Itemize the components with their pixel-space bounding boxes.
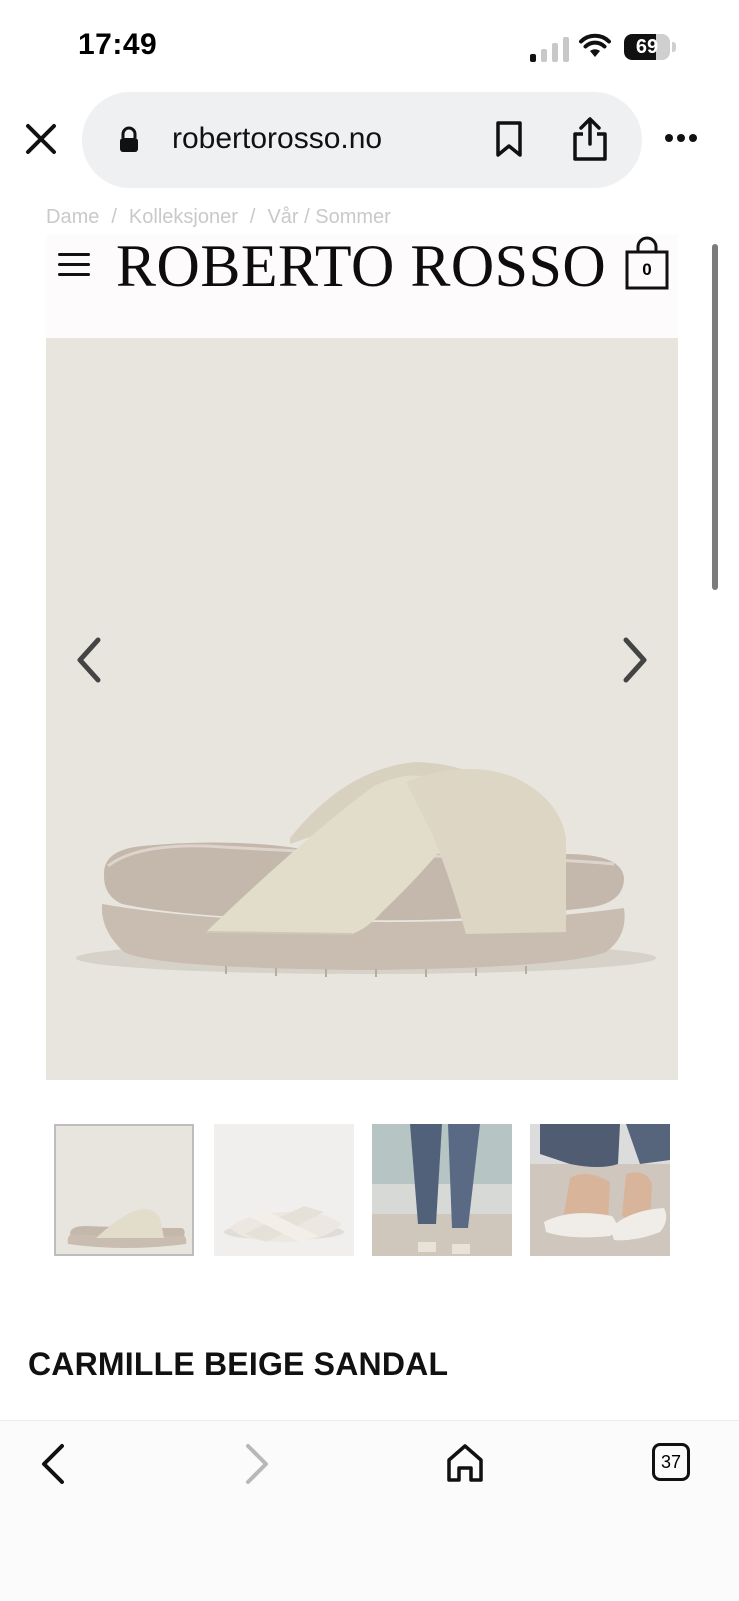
breadcrumb-item-var-sommer[interactable]: Vår / Sommer <box>267 206 390 228</box>
thumbnail-2[interactable] <box>214 1124 354 1256</box>
browser-toolbar <box>0 1420 739 1601</box>
breadcrumb-separator: / <box>111 206 117 228</box>
share-icon[interactable] <box>570 116 610 162</box>
bookmark-icon[interactable] <box>494 120 524 158</box>
product-title: CARMILLE BEIGE SANDAL <box>28 1346 449 1382</box>
url-text[interactable]: robertorosso.no <box>172 122 382 156</box>
product-main-image[interactable] <box>46 338 678 1080</box>
menu-icon[interactable] <box>58 253 90 277</box>
lock-icon <box>120 126 138 152</box>
breadcrumb-item-dame[interactable]: Dame <box>46 206 99 228</box>
thumbnail-3[interactable] <box>372 1124 512 1256</box>
shopping-bag-button[interactable]: 0 <box>624 236 670 292</box>
battery-tip <box>672 42 676 52</box>
cellular-signal-icon <box>530 36 570 62</box>
status-time: 17:49 <box>78 28 158 61</box>
forward-arrow-icon[interactable] <box>240 1442 274 1486</box>
home-icon[interactable] <box>444 1442 486 1484</box>
breadcrumb-separator: / <box>249 206 256 228</box>
cart-count: 0 <box>642 260 652 279</box>
tabs-button[interactable]: 37 <box>652 1443 690 1481</box>
scroll-indicator[interactable] <box>712 244 718 590</box>
close-icon[interactable] <box>20 118 62 160</box>
thumbnail-1[interactable] <box>54 1124 194 1256</box>
thumbnail-4[interactable] <box>530 1124 670 1256</box>
brand-logo[interactable]: ROBERTO ROSSO <box>116 234 606 298</box>
back-arrow-icon[interactable] <box>36 1442 70 1486</box>
breadcrumb: Dame / Kolleksjoner / Vår / Sommer <box>46 206 391 229</box>
more-options-icon[interactable] <box>664 133 698 143</box>
wifi-icon <box>579 33 611 57</box>
battery-icon: 69 <box>624 34 670 60</box>
breadcrumb-item-kolleksjoner[interactable]: Kolleksjoner <box>129 206 238 228</box>
next-image-arrow-icon[interactable] <box>612 630 656 690</box>
previous-image-arrow-icon[interactable] <box>68 630 112 690</box>
battery-percent: 69 <box>635 36 659 58</box>
tab-count: 37 <box>660 1452 682 1472</box>
